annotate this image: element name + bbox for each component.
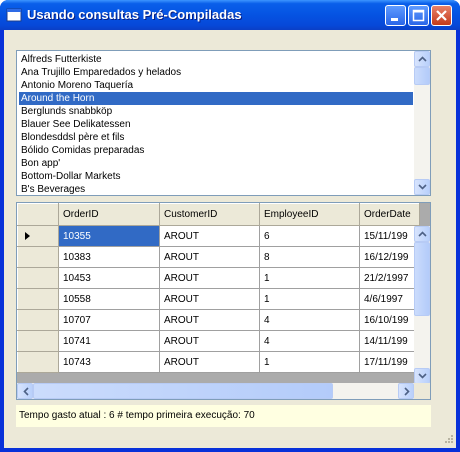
table-cell[interactable]: 1 <box>259 288 360 310</box>
customers-list: Alfreds Futterkiste Ana Trujillo Empareda… <box>19 53 413 195</box>
table-cell[interactable]: 16/10/199 <box>359 309 420 331</box>
orders-datagrid[interactable]: OrderID CustomerID EmployeeID OrderDate 103… <box>16 202 431 400</box>
customer-list-item[interactable]: Alfreds Futterkiste <box>19 53 413 66</box>
table-row[interactable]: 10558 AROUT 1 4/6/1997 <box>17 288 420 310</box>
column-header[interactable]: CustomerID <box>159 203 260 226</box>
resize-grip-icon[interactable] <box>442 434 454 446</box>
table-cell[interactable]: 10383 <box>58 246 160 268</box>
customer-list-item[interactable]: Bottom-Dollar Markets <box>19 170 413 183</box>
chevron-down-icon <box>418 373 427 379</box>
table-cell[interactable]: AROUT <box>159 225 260 247</box>
chevron-down-icon <box>418 184 427 190</box>
table-row[interactable]: 10707 AROUT 4 16/10/199 <box>17 309 420 331</box>
row-header[interactable] <box>17 330 59 352</box>
grid-horizontal-thumb[interactable] <box>33 383 333 399</box>
minimize-button[interactable] <box>385 5 406 26</box>
table-cell[interactable]: 10558 <box>58 288 160 310</box>
table-cell[interactable]: AROUT <box>159 267 260 289</box>
window-title: Usando consultas Pré-Compiladas <box>27 7 242 22</box>
row-header[interactable] <box>17 246 59 268</box>
table-cell[interactable]: AROUT <box>159 246 260 268</box>
maximize-icon <box>412 9 425 22</box>
grid-scroll-up-button[interactable] <box>414 226 430 242</box>
app-window-icon <box>6 8 22 22</box>
table-cell[interactable]: 10453 <box>58 267 160 289</box>
current-row-indicator-icon <box>25 232 30 240</box>
chevron-up-icon <box>418 231 427 237</box>
grid-scroll-left-button[interactable] <box>17 383 33 399</box>
table-cell[interactable]: 1 <box>259 351 360 373</box>
scrollbar-corner <box>414 383 430 399</box>
chevron-up-icon <box>418 56 427 62</box>
customer-list-item[interactable]: B's Beverages <box>19 183 413 195</box>
row-header[interactable] <box>17 267 59 289</box>
customer-list-item[interactable]: Blauer See Delikatessen <box>19 118 413 131</box>
grid-scroll-thumb[interactable] <box>414 242 430 316</box>
customers-listbox[interactable]: Alfreds Futterkiste Ana Trujillo Empareda… <box>16 50 431 196</box>
table-cell[interactable]: 10741 <box>58 330 160 352</box>
table-cell[interactable]: 17/11/199 <box>359 351 420 373</box>
app-window: Usando consultas Pré-Compiladas Alfreds … <box>0 0 460 452</box>
customer-list-item[interactable]: Blondesddsl père et fils <box>19 131 413 144</box>
grid-scroll-down-button[interactable] <box>414 368 430 384</box>
table-cell[interactable]: AROUT <box>159 309 260 331</box>
maximize-button[interactable] <box>408 5 429 26</box>
row-header[interactable] <box>17 225 59 247</box>
chevron-left-icon <box>23 387 29 396</box>
table-row[interactable]: 10383 AROUT 8 16/12/199 <box>17 246 420 268</box>
close-icon <box>436 10 447 21</box>
status-label: Tempo gasto atual : 6 # tempo primeira e… <box>16 405 431 427</box>
customer-list-item[interactable]: Berglunds snabbköp <box>19 105 413 118</box>
table-row[interactable]: 10743 AROUT 1 17/11/199 <box>17 351 420 373</box>
table-cell[interactable]: AROUT <box>159 288 260 310</box>
table-cell[interactable]: 10743 <box>58 351 160 373</box>
customers-vertical-scrollbar[interactable] <box>414 51 430 195</box>
row-header-corner[interactable] <box>17 203 59 226</box>
table-cell[interactable]: 4/6/1997 <box>359 288 420 310</box>
table-row[interactable]: 10453 AROUT 1 21/2/1997 <box>17 267 420 289</box>
table-cell[interactable]: 21/2/1997 <box>359 267 420 289</box>
customer-list-item[interactable]: Ana Trujillo Emparedados y helados <box>19 66 413 79</box>
table-cell[interactable]: 10355 <box>58 225 160 247</box>
row-header[interactable] <box>17 351 59 373</box>
customer-list-item[interactable]: Antonio Moreno Taquería <box>19 79 413 92</box>
table-cell[interactable]: AROUT <box>159 330 260 352</box>
column-header[interactable]: OrderID <box>58 203 160 226</box>
grid-horizontal-scrollbar[interactable] <box>17 383 414 399</box>
grid-scroll-right-button[interactable] <box>398 383 414 399</box>
close-button[interactable] <box>431 5 452 26</box>
minimize-icon <box>391 18 398 21</box>
row-header[interactable] <box>17 309 59 331</box>
table-cell[interactable]: 14/11/199 <box>359 330 420 352</box>
table-cell[interactable]: AROUT <box>159 351 260 373</box>
table-cell[interactable]: 1 <box>259 267 360 289</box>
scroll-down-button[interactable] <box>414 179 430 195</box>
table-row[interactable]: 10741 AROUT 4 14/11/199 <box>17 330 420 352</box>
client-area: Alfreds Futterkiste Ana Trujillo Empareda… <box>4 30 456 448</box>
table-cell[interactable]: 15/11/199 <box>359 225 420 247</box>
grid-vertical-scrollbar[interactable] <box>414 226 430 384</box>
title-bar[interactable]: Usando consultas Pré-Compiladas <box>0 0 460 30</box>
row-header[interactable] <box>17 288 59 310</box>
column-header[interactable]: OrderDate <box>359 203 420 226</box>
table-cell[interactable]: 10707 <box>58 309 160 331</box>
table-cell[interactable]: 4 <box>259 309 360 331</box>
table-cell[interactable]: 4 <box>259 330 360 352</box>
table-cell[interactable]: 8 <box>259 246 360 268</box>
chevron-right-icon <box>404 387 410 396</box>
table-cell[interactable]: 6 <box>259 225 360 247</box>
customer-list-item[interactable]: Bon app' <box>19 157 413 170</box>
table-cell[interactable]: 16/12/199 <box>359 246 420 268</box>
scroll-up-button[interactable] <box>414 51 430 67</box>
customer-list-item[interactable]: Bólido Comidas preparadas <box>19 144 413 157</box>
customer-list-item[interactable]: Around the Horn <box>19 92 413 105</box>
table-row[interactable]: 10355 AROUT 6 15/11/199 <box>17 225 420 247</box>
scroll-thumb[interactable] <box>414 67 430 85</box>
column-header[interactable]: EmployeeID <box>259 203 360 226</box>
